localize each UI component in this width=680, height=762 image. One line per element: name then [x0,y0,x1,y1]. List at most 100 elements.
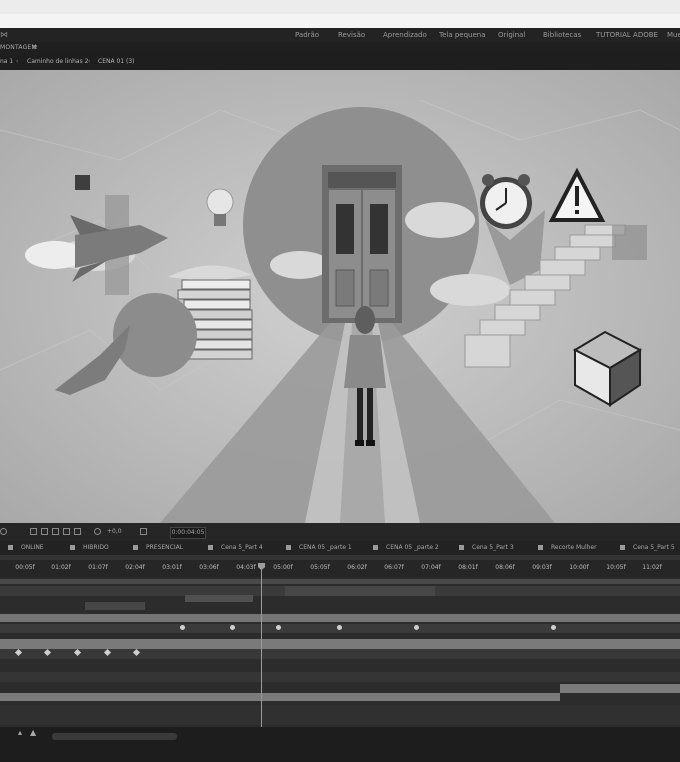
exposure-reset-icon[interactable] [94,528,101,535]
playhead-line[interactable] [261,565,262,730]
layer-bar[interactable] [0,614,680,622]
tab-cena5-part4[interactable]: Cena 5_Part 4 [208,544,263,551]
hamburger-icon[interactable]: ≡ [32,43,38,51]
workspace-bar: ⋈ Padrão Revisão Aprendizado Tela pequen… [0,28,680,42]
timeline-layers[interactable] [0,577,680,727]
composition-viewer[interactable] [0,70,680,523]
browser-top-strip [0,0,680,28]
timecode-display[interactable]: 0:00:04:05 [170,527,206,539]
tab-label: Cena 5_Part 5 [633,544,675,551]
tab-cena5-part5[interactable]: Cena 5_Part 5 [620,544,675,551]
chevron-left-icon: ‹ [16,58,19,65]
workspace-aprendizado[interactable]: Aprendizado [383,31,427,39]
door-left-lower [335,269,355,307]
ruler-tick: 08:01f [458,564,478,571]
safe-area-icon[interactable] [52,528,59,535]
viewer-toolbar: +0,0 0:00:04:05 [0,523,680,541]
breadcrumb-item[interactable]: Caminho de linhas 2 [27,58,88,65]
ruler-tick: 10:05f [606,564,626,571]
ruler-tick: 11:02f [642,564,662,571]
breadcrumb-item[interactable]: na 1 [0,58,13,65]
time-ruler[interactable]: 00:05f 01:02f 01:07f 02:04f 03:01f 03:06… [0,555,680,577]
tab-label: PRESENCIAL [146,544,184,551]
magnification-dropdown-icon[interactable] [0,528,7,535]
exposure-value[interactable]: +0,0 [107,528,122,535]
striped-block [612,225,647,260]
mask-icon[interactable] [41,528,48,535]
workspace-tela-pequena[interactable]: Tela pequena [439,31,486,39]
tab-cena5-part3[interactable]: Cena 5_Part 3 [459,544,514,551]
comp-icon [620,545,625,550]
tab-label: CENA 05 _parte 1 [299,544,352,551]
scene-canvas [0,70,680,523]
breadcrumb: na 1 ‹ Caminho de linhas 2 ‹ CENA 01 (3) [0,54,680,70]
zoom-out-icon[interactable]: ▴ [18,728,22,737]
ruler-tick: 03:06f [199,564,219,571]
ruler-tick: 06:02f [347,564,367,571]
layer-bar[interactable] [0,693,560,701]
tab-label: Recorte Mulher [551,544,597,551]
layer-bar[interactable] [0,649,680,659]
layer-bar[interactable] [0,579,680,584]
ruler-tick: 05:05f [310,564,330,571]
breadcrumb-item[interactable]: CENA 01 (3) [98,58,135,65]
comp-icon [538,545,543,550]
camera-icon[interactable] [140,528,147,535]
ruler-tick: 09:03f [532,564,552,571]
ruler-tick: 05:00f [273,564,293,571]
ruler-tick: 01:07f [88,564,108,571]
region-icon[interactable] [63,528,70,535]
timeline-zoom-slider[interactable] [52,733,177,740]
tab-label: Cena 5_Part 4 [221,544,263,551]
tab-cena05-parte2[interactable]: CENA 05 _parte 2 [373,544,439,551]
top-grey-strip [0,0,680,14]
ruler-tick: 06:07f [384,564,404,571]
door-left-window [336,204,354,254]
tab-hibrido[interactable]: HIBRIDO [70,544,109,551]
layer-bar[interactable] [0,639,680,649]
workspace-tutorial-adobe[interactable]: TUTORIAL ADOBE [596,31,658,39]
tab-recorte-mulher[interactable]: Recorte Mulher [538,544,597,551]
grid-icon[interactable] [30,528,37,535]
close-icon[interactable]: ⋈ [0,30,8,39]
tab-online[interactable]: ONLINE [8,544,44,551]
comp-icon [286,545,291,550]
ruler-tick: 02:04f [125,564,145,571]
chevron-left-icon: ‹ [88,58,91,65]
tab-cena05-parte1[interactable]: CENA 05 _parte 1 [286,544,352,551]
zoom-in-icon[interactable]: ▲ [30,728,36,737]
ruler-tick: 03:01f [162,564,182,571]
tab-label: HIBRIDO [83,544,109,551]
workspace-bibliotecas[interactable]: Bibliotecas [543,31,581,39]
workspace-padrao[interactable]: Padrão [295,31,319,39]
transparency-icon[interactable] [74,528,81,535]
tab-presencial[interactable]: PRESENCIAL [133,544,183,551]
comp-icon [133,545,138,550]
composition-panel-header: MONTAGEM ≡ [0,42,680,54]
ruler-tick: 00:05f [15,564,35,571]
workspace-revisao[interactable]: Revisão [338,31,365,39]
tab-label: CENA 05 _parte 2 [386,544,439,551]
workspace-more[interactable]: Mue [667,31,680,39]
ruler-tick: 08:06f [495,564,515,571]
door-transom [328,172,396,188]
ruler-tick: 01:02f [51,564,71,571]
layer-bar[interactable] [0,672,680,682]
layer-bar[interactable] [85,602,145,610]
workspace-original[interactable]: Original [498,31,525,39]
layer-bar[interactable] [560,684,680,693]
layer-bar[interactable] [185,595,253,602]
tab-label: Cena 5_Part 3 [472,544,514,551]
work-area-bar[interactable] [0,555,680,560]
timeline-tabs: ONLINE HIBRIDO PRESENCIAL Cena 5_Part 4 … [0,541,680,555]
door-right-lower [369,269,389,307]
comp-icon [373,545,378,550]
layer-bar[interactable] [285,586,435,596]
door-right-window [370,204,388,254]
dark-square [75,175,90,190]
comp-icon [70,545,75,550]
tab-label: ONLINE [21,544,44,551]
comp-icon [8,545,13,550]
layer-bar[interactable] [0,705,680,725]
comp-icon [459,545,464,550]
